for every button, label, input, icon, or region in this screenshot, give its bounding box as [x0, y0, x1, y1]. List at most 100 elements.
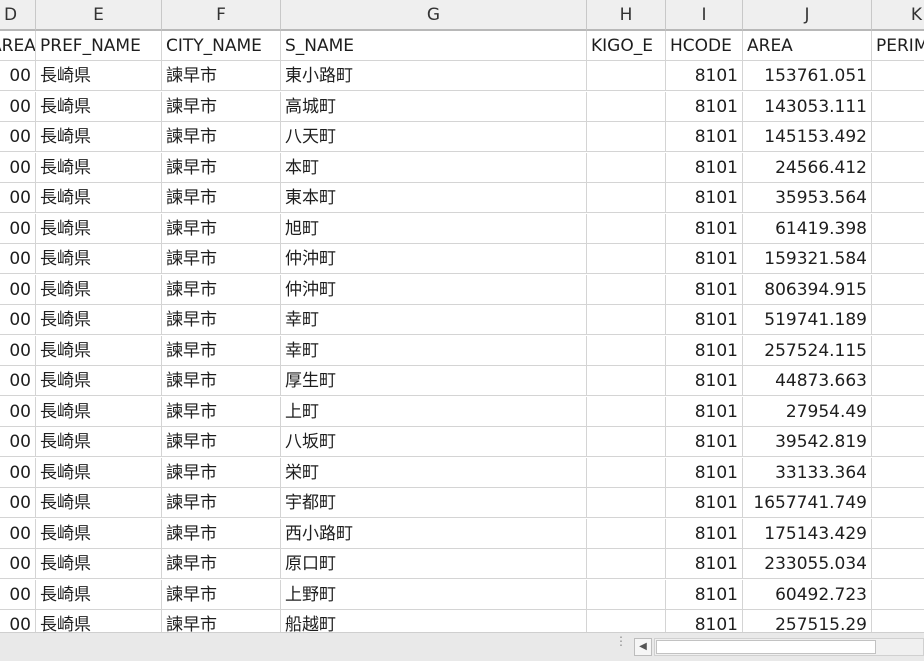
field-header-cell[interactable]: AREA: [0, 31, 36, 61]
table-cell[interactable]: 諫早市: [162, 152, 281, 183]
table-cell[interactable]: 長崎県: [36, 457, 162, 488]
table-cell[interactable]: [587, 488, 666, 518]
table-cell[interactable]: 長崎県: [36, 61, 162, 91]
table-cell[interactable]: 厚生町: [281, 366, 587, 396]
table-cell[interactable]: 幸町: [281, 305, 587, 335]
table-cell[interactable]: 00: [0, 427, 36, 457]
table-cell[interactable]: [587, 610, 666, 632]
table-cell[interactable]: 11: [872, 183, 924, 213]
column-header-e[interactable]: E: [36, 0, 162, 31]
table-cell[interactable]: 諫早市: [162, 549, 281, 579]
table-cell[interactable]: 1657741.749: [743, 488, 872, 518]
table-cell[interactable]: 8101: [666, 152, 743, 183]
table-cell[interactable]: 00: [0, 91, 36, 122]
table-cell[interactable]: 諫早市: [162, 305, 281, 335]
table-cell[interactable]: 諫早市: [162, 610, 281, 632]
table-cell[interactable]: [587, 305, 666, 335]
table-cell[interactable]: 諫早市: [162, 366, 281, 396]
table-cell[interactable]: 八坂町: [281, 427, 587, 457]
column-header-g[interactable]: G: [281, 0, 587, 31]
table-cell[interactable]: 諫早市: [162, 457, 281, 488]
table-cell[interactable]: 10: [872, 458, 924, 488]
table-cell[interactable]: 17: [872, 61, 924, 91]
table-cell[interactable]: 8101: [666, 610, 743, 632]
table-cell[interactable]: 00: [0, 213, 36, 244]
table-cell[interactable]: [587, 244, 666, 274]
table-cell[interactable]: 旭町: [281, 213, 587, 244]
table-cell[interactable]: 8101: [666, 61, 743, 91]
table-cell[interactable]: 栄町: [281, 457, 587, 488]
table-cell[interactable]: 35953.564: [743, 183, 872, 213]
table-cell[interactable]: 145153.492: [743, 122, 872, 152]
table-cell[interactable]: 8101: [666, 244, 743, 274]
table-cell[interactable]: 諫早市: [162, 91, 281, 122]
table-cell[interactable]: 2: [872, 519, 924, 549]
table-cell[interactable]: 15: [872, 214, 924, 244]
table-cell[interactable]: 00: [0, 366, 36, 396]
table-cell[interactable]: 806394.915: [743, 274, 872, 305]
table-cell[interactable]: 長崎県: [36, 488, 162, 518]
table-cell[interactable]: 7: [872, 397, 924, 427]
table-cell[interactable]: 8101: [666, 488, 743, 518]
table-cell[interactable]: 諫早市: [162, 518, 281, 549]
table-cell[interactable]: 長崎県: [36, 122, 162, 152]
table-cell[interactable]: 東小路町: [281, 61, 587, 91]
table-cell[interactable]: 8101: [666, 549, 743, 579]
table-cell[interactable]: 6: [872, 153, 924, 183]
table-cell[interactable]: 00: [0, 152, 36, 183]
table-cell[interactable]: 00: [0, 122, 36, 152]
table-cell[interactable]: 153761.051: [743, 61, 872, 91]
table-cell[interactable]: 8101: [666, 274, 743, 305]
table-cell[interactable]: 船越町: [281, 610, 587, 632]
table-cell[interactable]: [587, 213, 666, 244]
table-cell[interactable]: 8101: [666, 335, 743, 366]
table-cell[interactable]: 長崎県: [36, 152, 162, 183]
table-cell[interactable]: 東本町: [281, 183, 587, 213]
table-cell[interactable]: 233055.034: [743, 549, 872, 579]
field-header-cell[interactable]: CITY_NAME: [162, 31, 281, 61]
table-cell[interactable]: 00: [0, 244, 36, 274]
table-cell[interactable]: 長崎県: [36, 518, 162, 549]
table-cell[interactable]: [587, 549, 666, 579]
table-cell[interactable]: 257524.115: [743, 335, 872, 366]
table-cell[interactable]: [587, 427, 666, 457]
table-cell[interactable]: 仲沖町: [281, 274, 587, 305]
table-cell[interactable]: [587, 91, 666, 122]
table-cell[interactable]: 長崎県: [36, 274, 162, 305]
table-cell[interactable]: 長崎県: [36, 305, 162, 335]
table-cell[interactable]: 24566.412: [743, 152, 872, 183]
field-header-cell[interactable]: PERIM: [872, 31, 924, 61]
table-cell[interactable]: 00: [0, 518, 36, 549]
table-cell[interactable]: 00: [0, 335, 36, 366]
table-cell[interactable]: 仲沖町: [281, 244, 587, 274]
table-cell[interactable]: 1: [872, 580, 924, 610]
table-cell[interactable]: [587, 396, 666, 427]
table-cell[interactable]: 西小路町: [281, 518, 587, 549]
column-header-h[interactable]: H: [587, 0, 666, 31]
table-cell[interactable]: 長崎県: [36, 427, 162, 457]
split-handle-icon[interactable]: ⋮: [615, 635, 627, 655]
table-cell[interactable]: 8101: [666, 579, 743, 610]
field-header-cell[interactable]: KIGO_E: [587, 31, 666, 61]
table-cell[interactable]: 長崎県: [36, 183, 162, 213]
table-cell[interactable]: [587, 518, 666, 549]
column-header-d[interactable]: D: [0, 0, 36, 31]
table-cell[interactable]: 00: [0, 610, 36, 632]
table-cell[interactable]: 諫早市: [162, 335, 281, 366]
table-cell[interactable]: 8101: [666, 518, 743, 549]
table-cell[interactable]: [587, 579, 666, 610]
table-cell[interactable]: 8101: [666, 457, 743, 488]
table-cell[interactable]: 27: [872, 336, 924, 366]
table-cell[interactable]: 長崎県: [36, 213, 162, 244]
table-cell[interactable]: [587, 61, 666, 91]
table-cell[interactable]: 本町: [281, 152, 587, 183]
column-header-i[interactable]: I: [666, 0, 743, 31]
table-cell[interactable]: 159321.584: [743, 244, 872, 274]
table-cell[interactable]: 33133.364: [743, 457, 872, 488]
table-cell[interactable]: 諫早市: [162, 579, 281, 610]
table-cell[interactable]: 諫早市: [162, 183, 281, 213]
table-cell[interactable]: 8: [872, 427, 924, 457]
field-header-cell[interactable]: S_NAME: [281, 31, 587, 61]
table-cell[interactable]: [587, 457, 666, 488]
column-header-j[interactable]: J: [743, 0, 872, 31]
